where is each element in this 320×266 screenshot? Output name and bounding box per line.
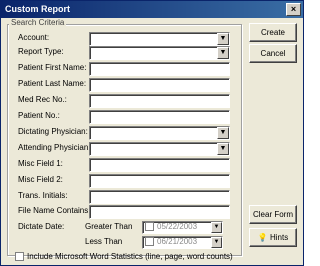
label-file-name-contains: File Name Contains: <box>18 206 91 215</box>
chevron-down-icon[interactable]: ▼ <box>211 222 222 233</box>
window-title: Custom Report <box>5 4 70 14</box>
clear-form-button[interactable]: Clear Form <box>249 205 297 224</box>
hints-button[interactable]: 💡 Hints <box>249 228 297 247</box>
label-misc-field-2: Misc Field 2: <box>18 175 63 184</box>
greater-than-checkbox[interactable] <box>145 222 154 232</box>
less-than-date-picker[interactable]: 06/21/2003 ▼ <box>142 236 223 249</box>
label-account: Account: <box>18 33 50 42</box>
greater-than-date: 05/22/2003 <box>157 222 198 231</box>
label-attending-physician: Attending Physician: <box>18 143 91 152</box>
label-dictating-physician: Dictating Physician: <box>18 127 88 136</box>
med-rec-no-input[interactable] <box>89 94 230 108</box>
title-bar: Custom Report × <box>1 1 303 18</box>
misc-field-2-input[interactable] <box>89 174 230 188</box>
dictating-physician-dropdown[interactable]: ▼ <box>89 126 230 140</box>
custom-report-window: Custom Report × Search Criteria Account:… <box>0 0 304 266</box>
patient-no-input[interactable] <box>89 110 230 124</box>
attending-physician-dropdown[interactable]: ▼ <box>89 142 230 156</box>
cancel-button[interactable]: Cancel <box>249 44 297 63</box>
label-patient-no: Patient No.: <box>18 111 60 120</box>
lightbulb-icon: 💡 <box>257 233 268 242</box>
label-patient-first-name: Patient First Name: <box>18 63 87 72</box>
label-greater-than: Greater Than <box>85 222 133 231</box>
word-stats-label: Include Microsoft Word Statistics (line,… <box>27 252 233 261</box>
word-stats-option[interactable]: Include Microsoft Word Statistics (line,… <box>13 252 233 262</box>
group-label: Search Criteria <box>9 18 67 27</box>
word-stats-checkbox[interactable] <box>15 252 24 262</box>
close-button[interactable]: × <box>286 3 301 16</box>
hints-label: Hints <box>269 233 289 242</box>
patient-first-name-input[interactable] <box>89 62 230 76</box>
chevron-down-icon[interactable]: ▼ <box>217 47 229 59</box>
label-med-rec-no: Med Rec No.: <box>18 95 67 104</box>
chevron-down-icon[interactable]: ▼ <box>217 33 229 45</box>
chevron-down-icon[interactable]: ▼ <box>217 143 229 155</box>
file-name-contains-input[interactable] <box>89 205 230 219</box>
label-less-than: Less Than <box>85 237 123 246</box>
label-dictate-date: Dictate Date: <box>18 222 65 231</box>
label-trans-initials: Trans. Initials: <box>18 191 68 200</box>
chevron-down-icon[interactable]: ▼ <box>211 237 222 248</box>
patient-last-name-input[interactable] <box>89 78 230 92</box>
report-type-dropdown[interactable]: ▼ <box>89 46 230 60</box>
misc-field-1-input[interactable] <box>89 158 230 172</box>
account-dropdown[interactable]: ▼ <box>89 32 230 46</box>
label-report-type: Report Type: <box>18 47 64 56</box>
create-button[interactable]: Create <box>249 23 297 42</box>
less-than-checkbox[interactable] <box>145 237 154 247</box>
label-patient-last-name: Patient Last Name: <box>18 79 87 88</box>
chevron-down-icon[interactable]: ▼ <box>217 127 229 139</box>
less-than-date: 06/21/2003 <box>157 237 198 246</box>
label-misc-field-1: Misc Field 1: <box>18 159 63 168</box>
trans-initials-input[interactable] <box>89 190 230 204</box>
greater-than-date-picker[interactable]: 05/22/2003 ▼ <box>142 221 223 234</box>
